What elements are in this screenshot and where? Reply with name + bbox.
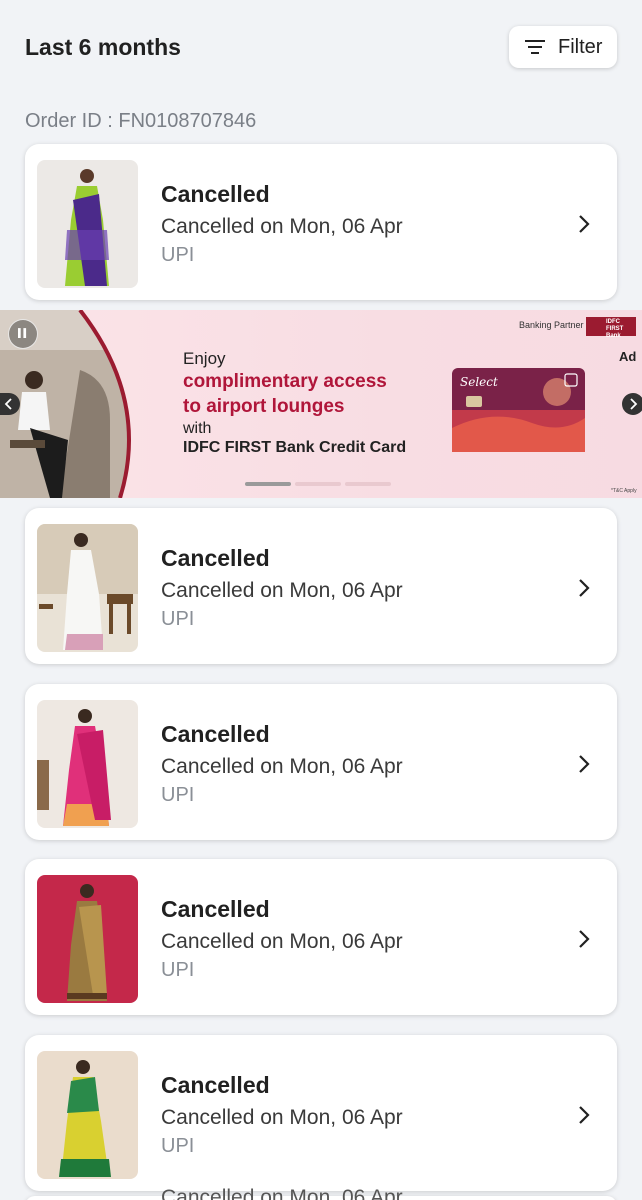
filter-label: Filter <box>558 36 603 58</box>
credit-card-image: Select <box>452 368 585 452</box>
chevron-left-icon <box>4 398 12 410</box>
order-card[interactable]: Cancelled Cancelled on Mon, 06 Apr UPI <box>25 684 617 840</box>
order-status: Cancelled <box>161 545 270 571</box>
ad-label: Ad <box>619 349 637 364</box>
carousel-dot <box>345 482 391 486</box>
product-thumbnail <box>37 1051 138 1179</box>
ad-banner[interactable]: Enjoy complimentary access to airport lo… <box>0 310 642 498</box>
chevron-right-icon <box>579 215 590 233</box>
order-card-partial[interactable]: Cancelled on Mon, 06 Apr <box>25 1186 617 1200</box>
terms-note: *T&C Apply <box>611 488 637 494</box>
order-status: Cancelled <box>161 1072 270 1098</box>
order-status: Cancelled <box>161 896 270 922</box>
carousel-next-button[interactable] <box>622 393 642 415</box>
filter-icon <box>525 40 545 54</box>
banking-partner-label: Banking Partner <box>519 320 584 330</box>
order-card[interactable]: Cancelled Cancelled on Mon, 06 Apr UPI <box>25 1035 617 1191</box>
chevron-right-icon <box>579 1106 590 1124</box>
order-status: Cancelled <box>161 721 270 747</box>
chevron-right-icon <box>579 579 590 597</box>
cancel-date: Cancelled on Mon, 06 Apr <box>161 930 403 953</box>
idfc-logo: IDFC FIRST Bank <box>586 317 636 339</box>
payment-method: UPI <box>161 244 195 266</box>
banner-bank-line: IDFC FIRST Bank Credit Card <box>183 439 407 456</box>
product-thumbnail <box>37 524 138 652</box>
payment-method: UPI <box>161 1135 195 1157</box>
chevron-right-icon <box>579 930 590 948</box>
carousel-dot <box>245 482 291 486</box>
banner-with: with <box>183 420 212 437</box>
banner-headline-1: complimentary access <box>183 371 387 392</box>
order-card[interactable]: Cancelled Cancelled on Mon, 06 Apr UPI <box>25 508 617 664</box>
banner-headline-2: to airport lounges <box>183 396 345 417</box>
banner-enjoy: Enjoy <box>183 349 226 368</box>
page-title: Last 6 months <box>25 34 181 60</box>
product-thumbnail <box>37 875 138 1003</box>
pause-icon <box>18 328 27 338</box>
cancel-date: Cancelled on Mon, 06 Apr <box>161 1106 403 1129</box>
cancel-date: Cancelled on Mon, 06 Apr <box>161 1186 403 1200</box>
product-thumbnail <box>37 700 138 828</box>
chevron-right-small-icon <box>630 398 638 410</box>
header: Last 6 months Filter <box>0 0 642 100</box>
payment-method: UPI <box>161 784 195 806</box>
card-brand: Select <box>460 375 498 389</box>
payment-method: UPI <box>161 959 195 981</box>
carousel-prev-button[interactable] <box>0 393 20 415</box>
chevron-right-icon <box>579 755 590 773</box>
carousel-dot <box>295 482 341 486</box>
order-id: Order ID : FN0108707846 <box>25 110 257 132</box>
cancel-date: Cancelled on Mon, 06 Apr <box>161 579 403 602</box>
filter-button[interactable]: Filter <box>509 26 617 68</box>
order-card[interactable]: Cancelled Cancelled on Mon, 06 Apr UPI <box>25 144 617 300</box>
payment-method: UPI <box>161 608 195 630</box>
order-status: Cancelled <box>161 181 270 207</box>
cancel-date: Cancelled on Mon, 06 Apr <box>161 215 403 238</box>
product-thumbnail <box>37 160 138 288</box>
pause-button[interactable] <box>8 319 38 349</box>
cancel-date: Cancelled on Mon, 06 Apr <box>161 755 403 778</box>
order-card[interactable]: Cancelled Cancelled on Mon, 06 Apr UPI <box>25 859 617 1015</box>
